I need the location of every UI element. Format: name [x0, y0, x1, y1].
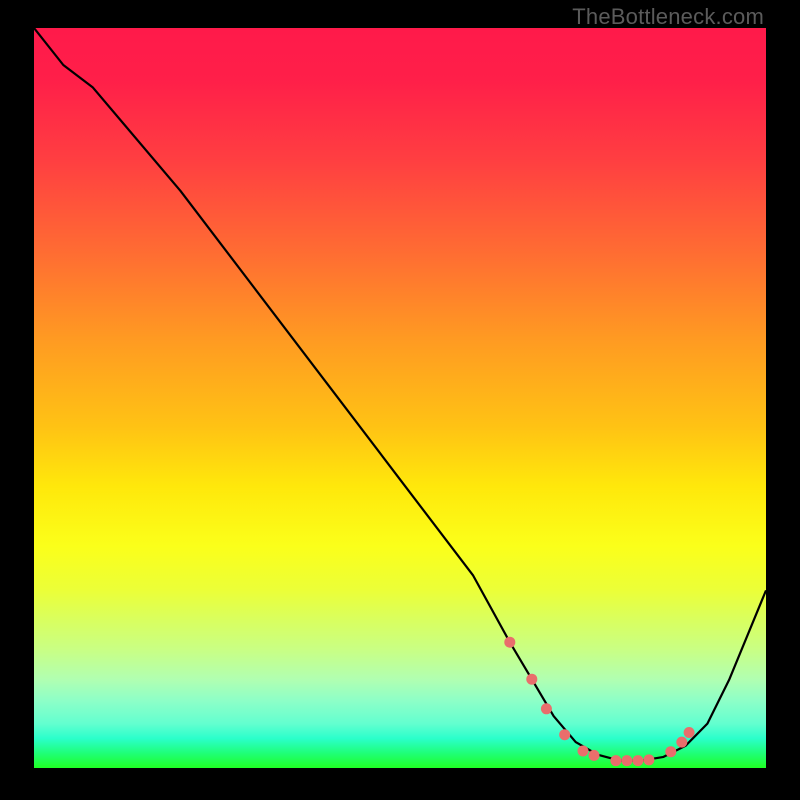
- optimal-marker: [621, 755, 632, 766]
- optimal-marker: [578, 746, 589, 757]
- optimal-marker: [559, 729, 570, 740]
- optimal-marker: [541, 703, 552, 714]
- bottleneck-curve: [34, 28, 766, 761]
- chart-svg: [34, 28, 766, 768]
- optimal-marker: [632, 755, 643, 766]
- optimal-marker: [665, 746, 676, 757]
- optimal-marker: [643, 754, 654, 765]
- optimal-marker: [676, 737, 687, 748]
- optimal-zone-markers: [504, 637, 694, 766]
- watermark-text: TheBottleneck.com: [572, 4, 764, 30]
- optimal-marker: [684, 727, 695, 738]
- optimal-marker: [589, 750, 600, 761]
- optimal-marker: [504, 637, 515, 648]
- optimal-marker: [610, 755, 621, 766]
- optimal-marker: [526, 674, 537, 685]
